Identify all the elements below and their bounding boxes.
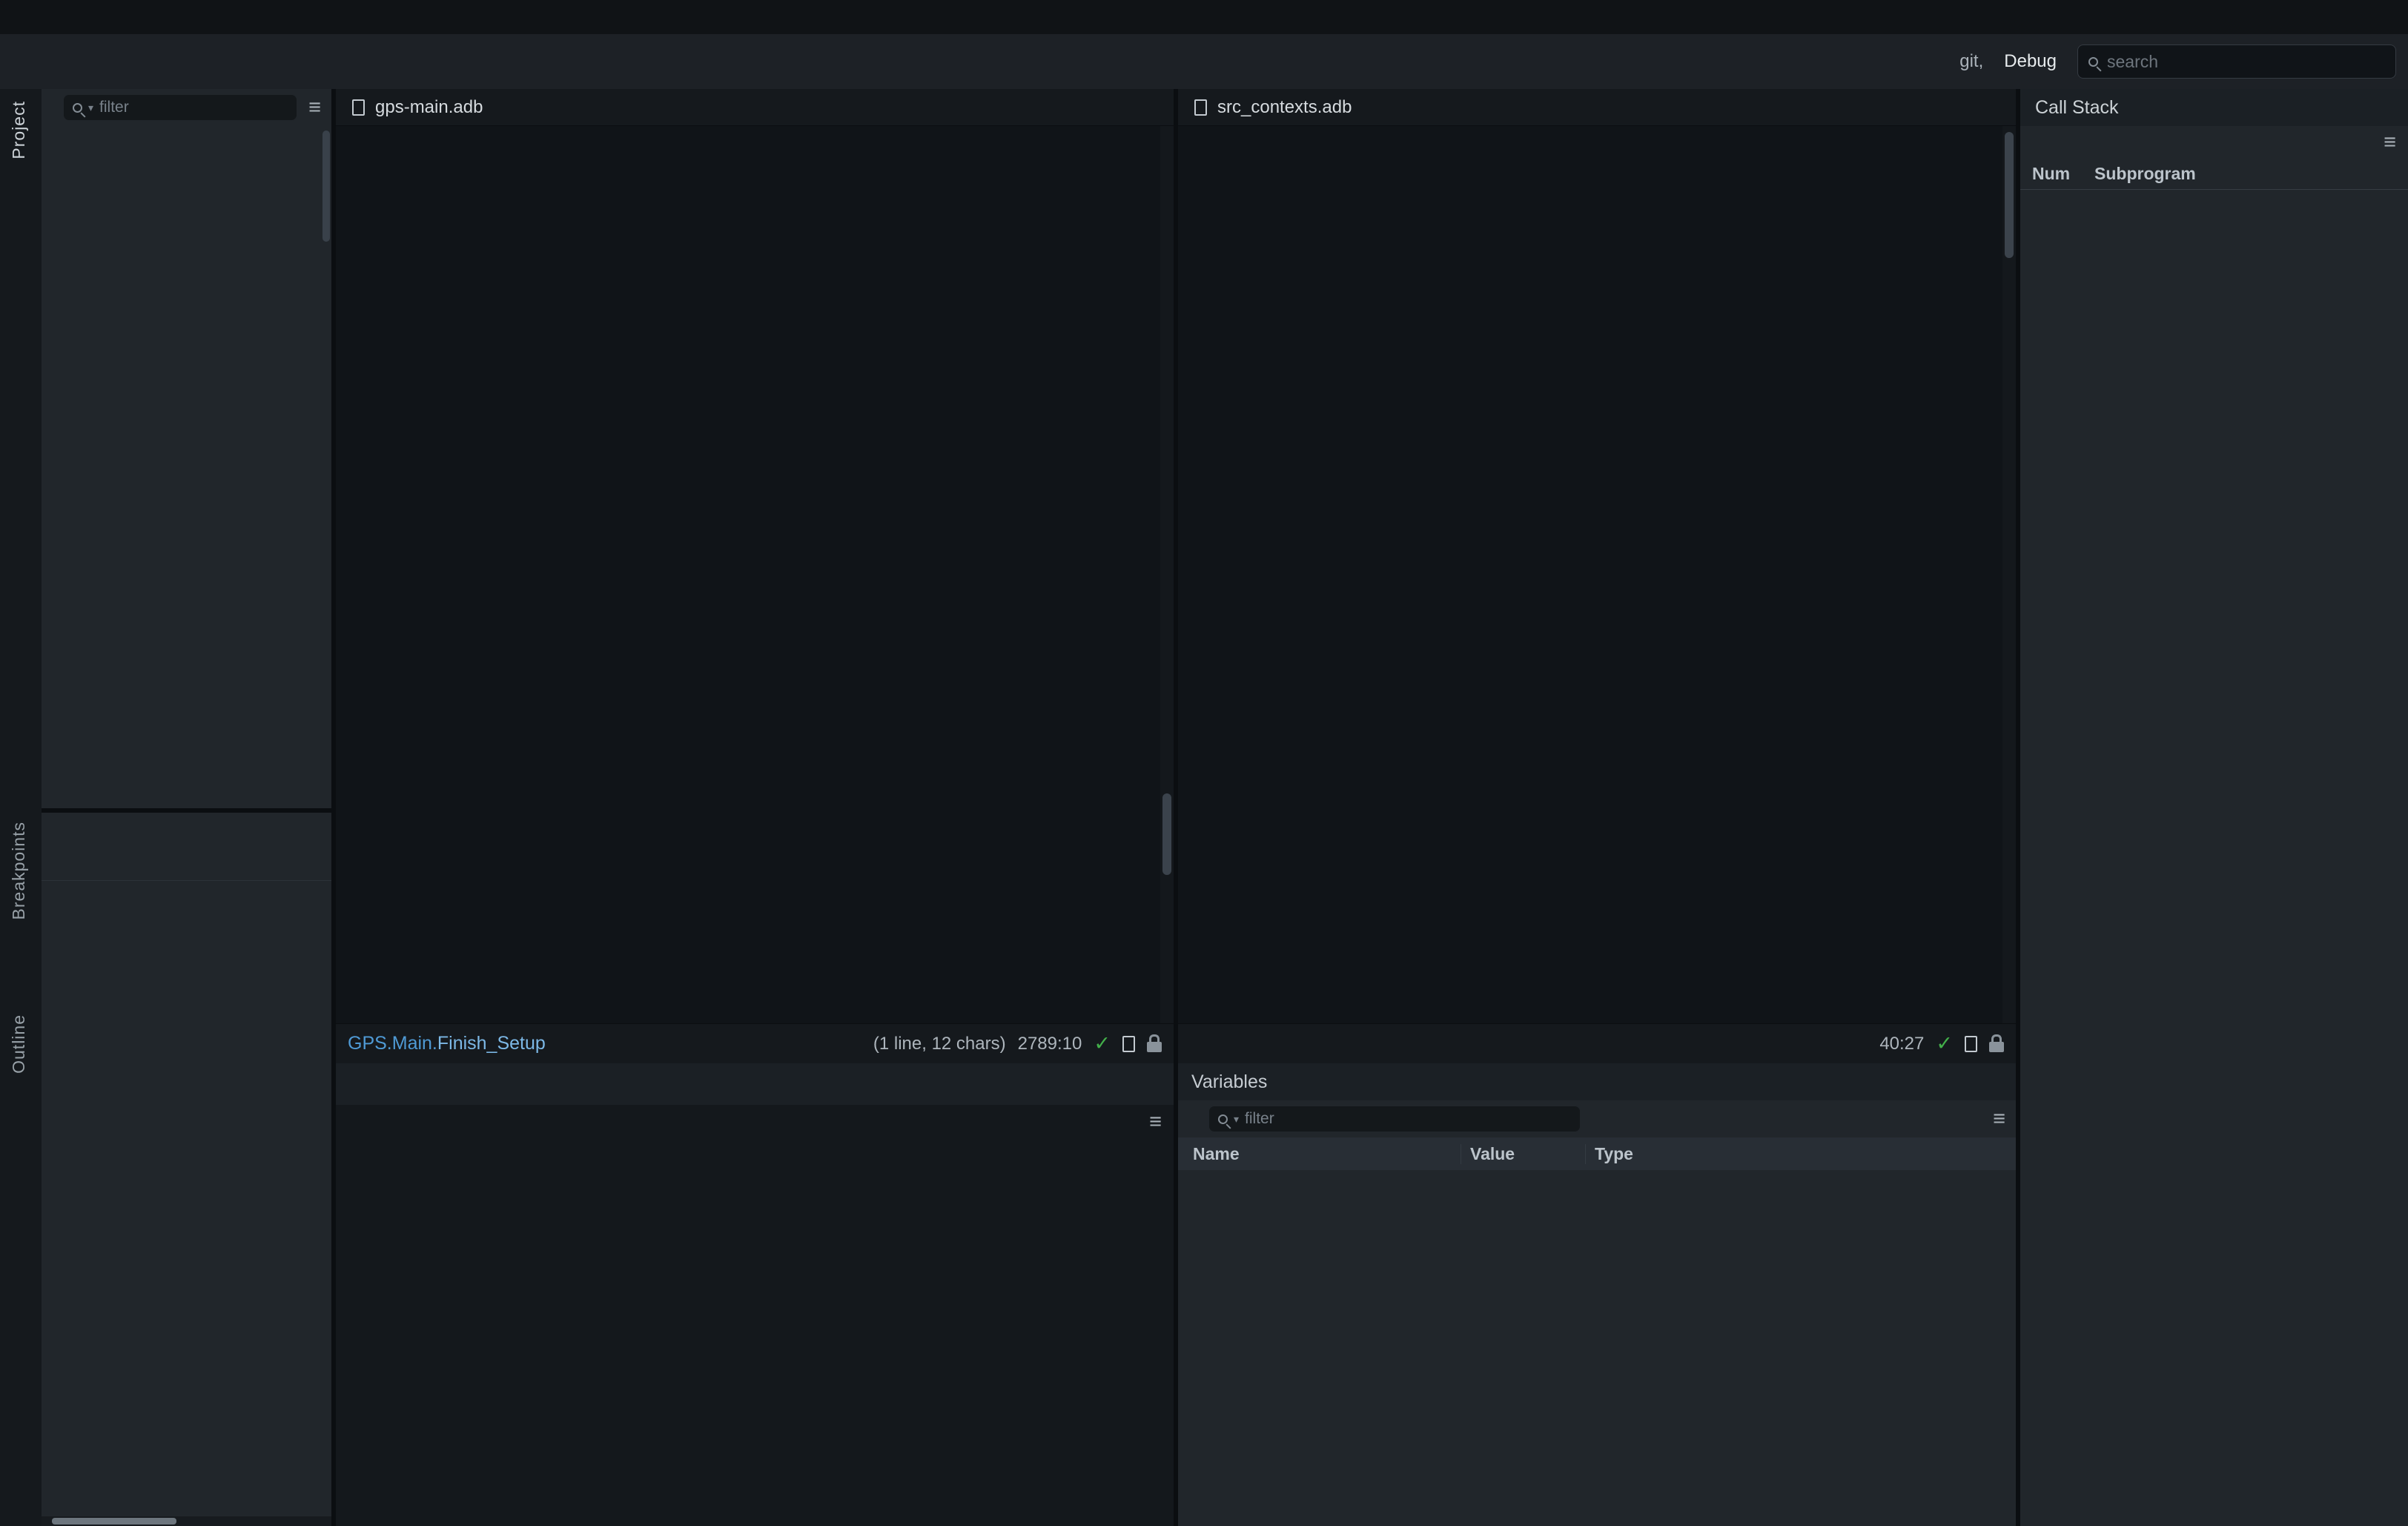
chevron-down-icon: ▾ [88, 101, 94, 113]
perspective-debug-label[interactable]: Debug [2004, 51, 2057, 72]
project-tree [42, 126, 331, 808]
gnat-studio-window: git, Debug search Project Breakpoints Ou… [0, 0, 2408, 1526]
editor-tab-gps-main[interactable]: gps-main.adb [336, 89, 1174, 126]
selection-info: (1 line, 12 chars) [873, 1033, 1006, 1054]
variables-rows [1178, 1170, 2016, 1526]
console-toolbar: ≡ [336, 1105, 1174, 1139]
panel-menu-icon[interactable]: ≡ [2384, 131, 2396, 153]
left-panels: ▾ filter ≡ [42, 89, 331, 1526]
panel-menu-icon[interactable]: ≡ [308, 96, 321, 119]
toolbar-right: git, Debug search [1959, 44, 2396, 79]
console-tabs [336, 1063, 1174, 1105]
file-icon[interactable] [1965, 1035, 1977, 1052]
search-icon [73, 102, 82, 113]
scrollbar-thumb[interactable] [1162, 793, 1171, 875]
variables-title: Variables [1178, 1063, 2016, 1100]
file-icon [1194, 99, 1207, 116]
cursor-position: 40:27 [1879, 1033, 1925, 1054]
menubar [0, 0, 2408, 34]
column-num[interactable]: Num [2020, 164, 2084, 184]
horizontal-scrollbar[interactable] [42, 1516, 331, 1526]
variables-filter-input[interactable]: ▾ filter [1209, 1106, 1580, 1132]
statusbar-right: (1 line, 12 chars) 2789:10 ✓ [873, 1032, 1162, 1055]
search-icon [1218, 1114, 1228, 1124]
breadcrumb[interactable]: GPS.Main.Finish_Setup [348, 1033, 546, 1054]
callstack-title: Call Stack [2020, 89, 2408, 126]
callstack-panel: Call Stack ≡ Num Subprogram [2020, 89, 2408, 1526]
project-toolbar: ▾ filter ≡ [42, 89, 331, 126]
search-icon [2088, 56, 2098, 67]
editor-column-right: src_contexts.adb 40:27 ✓ Variables ▾ fil… [1178, 89, 2016, 1526]
variables-toolbar: ▾ filter ≡ [1178, 1100, 2016, 1137]
editor-tab-label: src_contexts.adb [1217, 96, 1352, 117]
tab-outline[interactable]: Outline [9, 1014, 29, 1074]
left-column: Project Breakpoints Outline ▾ filter ≡ [0, 89, 331, 1526]
editor-tab-src-contexts[interactable]: src_contexts.adb [1178, 89, 2016, 126]
callstack-toolbar: ≡ [2020, 126, 2408, 159]
variables-panel: Variables ▾ filter ≡ Name Value Type [1178, 1063, 2016, 1526]
editor-scrollbar[interactable] [2002, 126, 2016, 1023]
lock-icon[interactable] [1989, 1034, 2004, 1052]
code-editor-gps-main[interactable] [336, 126, 1174, 1023]
console-output[interactable] [336, 1139, 1174, 1526]
project-filter-input[interactable]: ▾ filter [64, 95, 297, 120]
column-name[interactable]: Name [1178, 1143, 1461, 1164]
editor-column-left: gps-main.adb GPS.Main.Finish_Setup (1 li… [336, 89, 1174, 1526]
filter-placeholder: filter [99, 99, 129, 116]
console-panel: ≡ [336, 1063, 1174, 1526]
variables-header: Name Value Type [1178, 1137, 2016, 1170]
lock-icon[interactable] [1147, 1034, 1162, 1052]
panel-menu-icon[interactable]: ≡ [1993, 1108, 2005, 1130]
column-type[interactable]: Type [1586, 1144, 2016, 1164]
editor-scrollbar[interactable] [1160, 126, 1174, 1023]
editor-tab-label: gps-main.adb [375, 96, 483, 117]
editor-statusbar: GPS.Main.Finish_Setup (1 line, 12 chars)… [336, 1023, 1174, 1063]
column-value[interactable]: Value [1461, 1143, 1586, 1164]
tab-project[interactable]: Project [9, 101, 29, 159]
column-subprogram[interactable]: Subprogram [2084, 164, 2408, 184]
left-tab-strip: Project Breakpoints Outline [0, 89, 42, 1526]
project-panel: ▾ filter ≡ [42, 89, 331, 808]
perspective-git-label[interactable]: git, [1959, 51, 1983, 72]
breakpoints-toolbar [42, 813, 331, 850]
tab-breakpoints[interactable]: Breakpoints [9, 822, 29, 919]
callstack-header: Num Subprogram [2020, 159, 2408, 190]
breakpoints-panel [42, 813, 331, 1526]
toolbar: git, Debug search [0, 34, 2408, 89]
file-icon[interactable] [1122, 1035, 1135, 1052]
tree-scrollbar[interactable] [322, 131, 330, 242]
file-icon [352, 99, 365, 116]
scrollbar-thumb[interactable] [52, 1518, 176, 1525]
check-icon: ✓ [1094, 1032, 1111, 1054]
editor-statusbar: 40:27 ✓ [1178, 1023, 2016, 1063]
statusbar-right: 40:27 ✓ [1879, 1032, 2004, 1055]
breakpoints-header [42, 850, 331, 881]
chevron-down-icon: ▾ [1234, 1112, 1240, 1125]
scrollbar-thumb[interactable] [2005, 132, 2014, 258]
cursor-position: 2789:10 [1017, 1033, 1082, 1054]
global-search-input[interactable]: search [2077, 44, 2396, 79]
code-editor-src-contexts[interactable] [1178, 126, 2016, 1023]
filter-placeholder: filter [1245, 1110, 1274, 1127]
callstack-rows [2020, 190, 2408, 1526]
panel-menu-icon[interactable]: ≡ [1149, 1111, 1162, 1133]
search-placeholder: search [2107, 51, 2159, 71]
main-area: Project Breakpoints Outline ▾ filter ≡ g… [0, 89, 2408, 1526]
check-icon: ✓ [1936, 1032, 1953, 1054]
